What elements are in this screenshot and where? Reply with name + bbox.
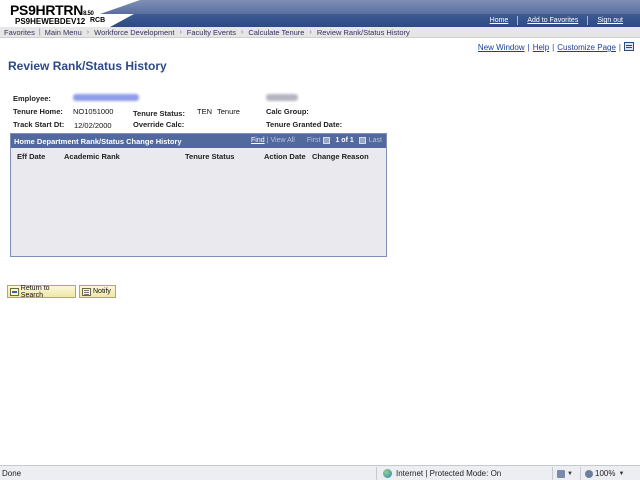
- col-change-reason: Change Reason: [312, 152, 369, 161]
- prev-arrow-icon[interactable]: [323, 137, 331, 144]
- rank-status-history-grid: Home Department Rank/Status Change Histo…: [10, 133, 387, 257]
- find-link[interactable]: Find: [251, 137, 265, 144]
- shield-icon: [557, 469, 565, 478]
- breadcrumb-calculate-tenure[interactable]: Calculate Tenure: [248, 28, 304, 37]
- zoom-level: 100%: [595, 469, 616, 478]
- page-range: 1 of 1: [335, 137, 354, 144]
- tenure-status-value: Tenure: [217, 107, 240, 116]
- breadcrumb-faculty-events[interactable]: Faculty Events: [187, 28, 236, 37]
- chevron-right-icon: ›: [86, 28, 90, 36]
- col-tenure-status: Tenure Status: [185, 152, 235, 161]
- app-header: PS9HRTRN8.50 PS9HEWEBDEV12 RCB Home Add …: [0, 0, 640, 28]
- grid-header: Home Department Rank/Status Change Histo…: [11, 134, 386, 148]
- tenure-status-label: Tenure Status:: [133, 109, 185, 118]
- app-title: PS9HRTRN8.50: [10, 2, 94, 18]
- user-id: RCB: [90, 17, 106, 24]
- chevron-right-icon: ›: [240, 28, 244, 36]
- link-divider: |: [527, 43, 530, 52]
- worksheet-icon[interactable]: [624, 42, 634, 51]
- next-arrow-icon[interactable]: [358, 137, 366, 144]
- protected-mode-toggle[interactable]: ▼: [552, 467, 573, 480]
- chevron-down-icon: ▼: [567, 470, 573, 477]
- browser-status-bar: Done Internet | Protected Mode: On ▼ 100…: [0, 465, 640, 480]
- override-calc-label: Override Calc:: [133, 120, 185, 129]
- grid-navigation: Find | View All First 1 of 1 Last: [251, 137, 382, 144]
- database-name: PS9HEWEBDEV12: [15, 17, 86, 26]
- globe-icon: [383, 469, 392, 478]
- notify-icon: [82, 287, 91, 296]
- add-to-favorites-link[interactable]: Add to Favorites: [517, 16, 587, 25]
- employee-id-redacted: [73, 94, 139, 101]
- security-zone[interactable]: Internet | Protected Mode: On: [376, 467, 501, 480]
- breadcrumb-review-rank-status-history[interactable]: Review Rank/Status History: [317, 28, 410, 37]
- page-title: Review Rank/Status History: [8, 59, 167, 73]
- new-window-link[interactable]: New Window: [478, 43, 525, 52]
- page-links: New Window | Help | Customize Page |: [478, 43, 624, 52]
- help-link[interactable]: Help: [533, 43, 549, 52]
- customize-page-link[interactable]: Customize Page: [557, 43, 616, 52]
- breadcrumb-divider: |: [38, 28, 41, 36]
- track-start-label: Track Start Dt:: [13, 120, 65, 129]
- zone-text: Internet | Protected Mode: On: [396, 469, 502, 478]
- sign-out-link[interactable]: Sign out: [587, 16, 632, 25]
- view-all-link[interactable]: View All: [270, 137, 294, 144]
- breadcrumb-main-menu[interactable]: Main Menu: [45, 28, 82, 37]
- return-icon: [10, 287, 19, 296]
- col-action-date: Action Date: [264, 152, 306, 161]
- tenure-status-code: TEN: [197, 107, 212, 116]
- peoplesoft-page: PS9HRTRN8.50 PS9HEWEBDEV12 RCB Home Add …: [0, 0, 640, 480]
- employee-label: Employee:: [13, 94, 51, 103]
- grid-column-headers: Eff Date Academic Rank Tenure Status Act…: [11, 148, 386, 162]
- col-academic-rank: Academic Rank: [64, 152, 120, 161]
- first-link[interactable]: First: [307, 137, 321, 144]
- last-link[interactable]: Last: [369, 137, 382, 144]
- home-link[interactable]: Home: [481, 16, 518, 25]
- chevron-down-icon: ▼: [618, 470, 625, 477]
- tenure-home-label: Tenure Home:: [13, 107, 63, 116]
- notify-label: Notify: [93, 288, 111, 295]
- employee-name-redacted: [266, 94, 298, 101]
- breadcrumb: Favorites | Main Menu › Workforce Develo…: [0, 27, 640, 38]
- nav-divider: |: [266, 137, 269, 144]
- col-eff-date: Eff Date: [17, 152, 46, 161]
- link-divider: |: [552, 43, 555, 52]
- header-links: Home Add to Favorites Sign out: [481, 16, 632, 25]
- notify-button[interactable]: Notify: [79, 285, 116, 298]
- breadcrumb-favorites[interactable]: Favorites: [4, 28, 35, 37]
- grid-title: Home Department Rank/Status Change Histo…: [14, 136, 182, 146]
- calc-group-label: Calc Group:: [266, 107, 309, 116]
- link-divider: |: [618, 43, 621, 52]
- header-band-top: [100, 0, 640, 14]
- zoom-control[interactable]: 100% ▼: [580, 467, 624, 480]
- zoom-icon: [585, 469, 593, 478]
- breadcrumb-workforce-development[interactable]: Workforce Development: [94, 28, 174, 37]
- track-start-value: 12/02/2000: [74, 121, 112, 130]
- tenure-home-value: NO1051000: [73, 107, 114, 116]
- tenure-granted-label: Tenure Granted Date:: [266, 120, 343, 129]
- chevron-right-icon: ›: [179, 28, 182, 36]
- return-to-search-button[interactable]: Return to Search: [7, 284, 76, 299]
- status-text: Done: [2, 469, 22, 478]
- chevron-right-icon: ›: [309, 28, 312, 36]
- return-to-search-label: Return to Search: [20, 284, 50, 299]
